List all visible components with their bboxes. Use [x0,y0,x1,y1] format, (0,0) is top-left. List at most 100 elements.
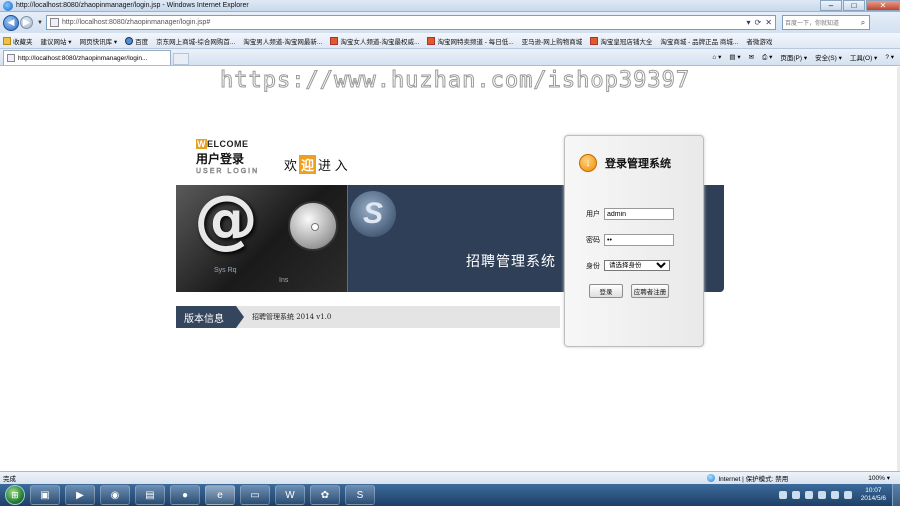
address-bar[interactable]: http://localhost:8080/zhaopinmanager/log… [45,15,776,30]
volume-icon[interactable] [843,491,852,499]
favorite-item[interactable]: 京东网上商城-综合网购首... [156,36,235,46]
favorites-bar: 收藏夹 建议网站 ▾ 网页快讯库 ▾ 百度 京东网上商城-综合网购首... 淘宝… [0,33,900,49]
favorite-label: 亚马逊-网上购物商城 [521,38,583,46]
chrome-taskbar-icon[interactable]: ◉ [100,485,130,505]
safety-menu[interactable]: 安全(S) ▾ [815,52,842,62]
favorite-item[interactable]: 亚马逊-网上购物商城 [522,36,583,46]
taskbar: ⊞ ▣ ▶ ◉ ▤ ● e ▭ W ✿ S 10:07 2014/5/6 [0,484,900,506]
page-icon [49,18,59,27]
password-input[interactable] [604,234,674,246]
search-input[interactable]: 百度一下，你就知道 [785,18,839,27]
recorder-taskbar-icon[interactable]: ● [170,485,200,505]
favorite-item[interactable]: 淘宝男人频道-淘宝网最新... [243,36,322,46]
welcome-tag-pre: 欢 [284,157,298,173]
refresh-icon[interactable]: ⟳ [755,18,762,27]
close-button[interactable]: ✕ [866,0,900,11]
security-zone[interactable]: Internet | 保护模式: 禁用 [707,473,788,483]
at-symbol-icon: @ [194,185,258,257]
login-panel-title: 登录管理系统 [605,158,671,170]
welcome-tag-highlight: 迎 [299,154,317,174]
ie-logo-icon [3,0,13,11]
favorite-item[interactable]: 淘宝网特卖频道 - 每日低... [427,36,514,46]
tray-icon[interactable] [830,491,839,499]
taobao-icon [427,36,436,45]
clock-time: 10:07 [865,487,882,494]
version-info-bar: 版本信息 招聘管理系统 2014 v1.0 [176,306,560,328]
url-input[interactable]: http://localhost:8080/zhaopinmanager/log… [62,19,747,26]
document-taskbar-icon[interactable]: ▤ [135,485,165,505]
tray-icon[interactable] [817,491,826,499]
home-icon[interactable]: ⌂ ▾ [712,53,721,61]
address-row: ◀ ▶ ▼ http://localhost:8080/zhaopinmanag… [0,12,900,33]
maximize-button[interactable]: □ [843,0,865,11]
watermark: https://www.huzhan.com/ishop39397 [219,68,691,94]
clock-date: 2014/5/6 [860,495,886,502]
favorite-item[interactable]: 网页快讯库 ▾ [80,36,118,46]
favorite-item[interactable]: 者微游戏 [746,36,772,46]
system-tray: 10:07 2014/5/6 [778,487,892,503]
globe-icon [707,474,716,482]
new-tab-button[interactable] [173,53,189,65]
search-box[interactable]: 百度一下，你就知道 ⌕ [781,15,870,30]
tools-menu[interactable]: 工具(O) ▾ [850,52,877,62]
print-icon[interactable]: ⎙ ▾ [762,53,772,62]
help-menu[interactable]: ? ▾ [885,53,894,61]
favorite-label: 淘宝皇冠店铺大全 [600,38,653,46]
stop-icon[interactable]: ✕ [765,18,772,27]
favorite-label: 淘宝网特卖频道 - 每日低... [437,38,514,46]
compatibility-icon[interactable]: ▾ [747,18,751,27]
word-taskbar-icon[interactable]: W [275,485,305,505]
favorite-item[interactable]: 淘宝皇冠店铺大全 [590,36,652,46]
favorite-label: 建议网站 ▾ [40,38,72,46]
explorer-taskbar-icon[interactable]: ▣ [30,485,60,505]
system-logo-icon: S [350,191,396,237]
show-desktop-button[interactable] [892,484,900,506]
keyboard-key-label: Sys Rq [214,267,237,274]
tray-icon[interactable] [791,491,800,499]
identity-select[interactable]: 请选择身份 [604,260,670,271]
history-dropdown-icon[interactable]: ▼ [37,20,43,26]
favorite-item[interactable]: 建议网站 ▾ [41,36,72,46]
minimize-button[interactable]: – [820,0,842,11]
tray-icon[interactable] [804,491,813,499]
eclipse-taskbar-icon[interactable]: S [345,485,375,505]
folder-taskbar-icon[interactable]: ▭ [240,485,270,505]
mail-icon[interactable]: ✉ [749,53,754,61]
back-button[interactable]: ◀ [3,14,19,31]
start-button[interactable]: ⊞ [5,485,25,505]
favorite-label: 淘宝男人频道-淘宝网最新... [243,38,323,46]
favorite-item[interactable]: 淘宝女人频道-淘宝最权威... [330,36,419,46]
clock[interactable]: 10:07 2014/5/6 [861,487,886,503]
search-icon[interactable]: ⌕ [857,18,869,28]
favorite-label: 淘宝女人频道-淘宝最权威... [340,38,420,46]
address-actions: ▾ ⟳ ✕ [747,18,775,27]
identity-row: 身份 请选择身份 [586,260,670,271]
version-label: 版本信息 [176,306,244,328]
star-icon [3,36,11,45]
feeds-icon[interactable]: ▤ ▾ [729,53,740,61]
forward-button[interactable]: ▶ [20,16,33,29]
status-bar: 完成 Internet | 保护模式: 禁用 100% ▾ [0,471,900,484]
identity-label: 身份 [586,262,600,270]
favorite-item[interactable]: 百度 [125,36,148,46]
username-input[interactable] [604,208,674,220]
window-controls: – □ ✕ [819,0,900,12]
keyboard-key-label: Ins [279,277,289,284]
login-button[interactable]: 登录 [589,284,623,298]
app-taskbar-icon[interactable]: ✿ [310,485,340,505]
register-button[interactable]: 应聘者注册 [631,284,669,298]
system-title: 招聘管理系统 [466,254,556,270]
favorites-button[interactable]: 收藏夹 [3,36,33,46]
tab-login[interactable]: http://localhost:8080/zhaopinmanager/log… [3,50,171,65]
favorite-item[interactable]: 淘宝商城 - 品牌正品 商城... [660,36,738,46]
favorite-label: 京东网上商城-综合网购首... [156,38,236,46]
page-menu[interactable]: 页面(P) ▾ [780,52,807,62]
window-title-bar: http://localhost:8080/zhaopinmanager/log… [0,0,900,12]
ie-taskbar-icon[interactable]: e [205,485,235,505]
disc-center-icon [311,223,319,231]
media-player-taskbar-icon[interactable]: ▶ [65,485,95,505]
favorite-label: 网页快讯库 ▾ [79,38,118,46]
zone-text: Internet | 保护模式: 禁用 [718,476,789,483]
zoom-control[interactable]: 100% ▾ [868,474,900,482]
tray-icon[interactable] [778,491,787,499]
